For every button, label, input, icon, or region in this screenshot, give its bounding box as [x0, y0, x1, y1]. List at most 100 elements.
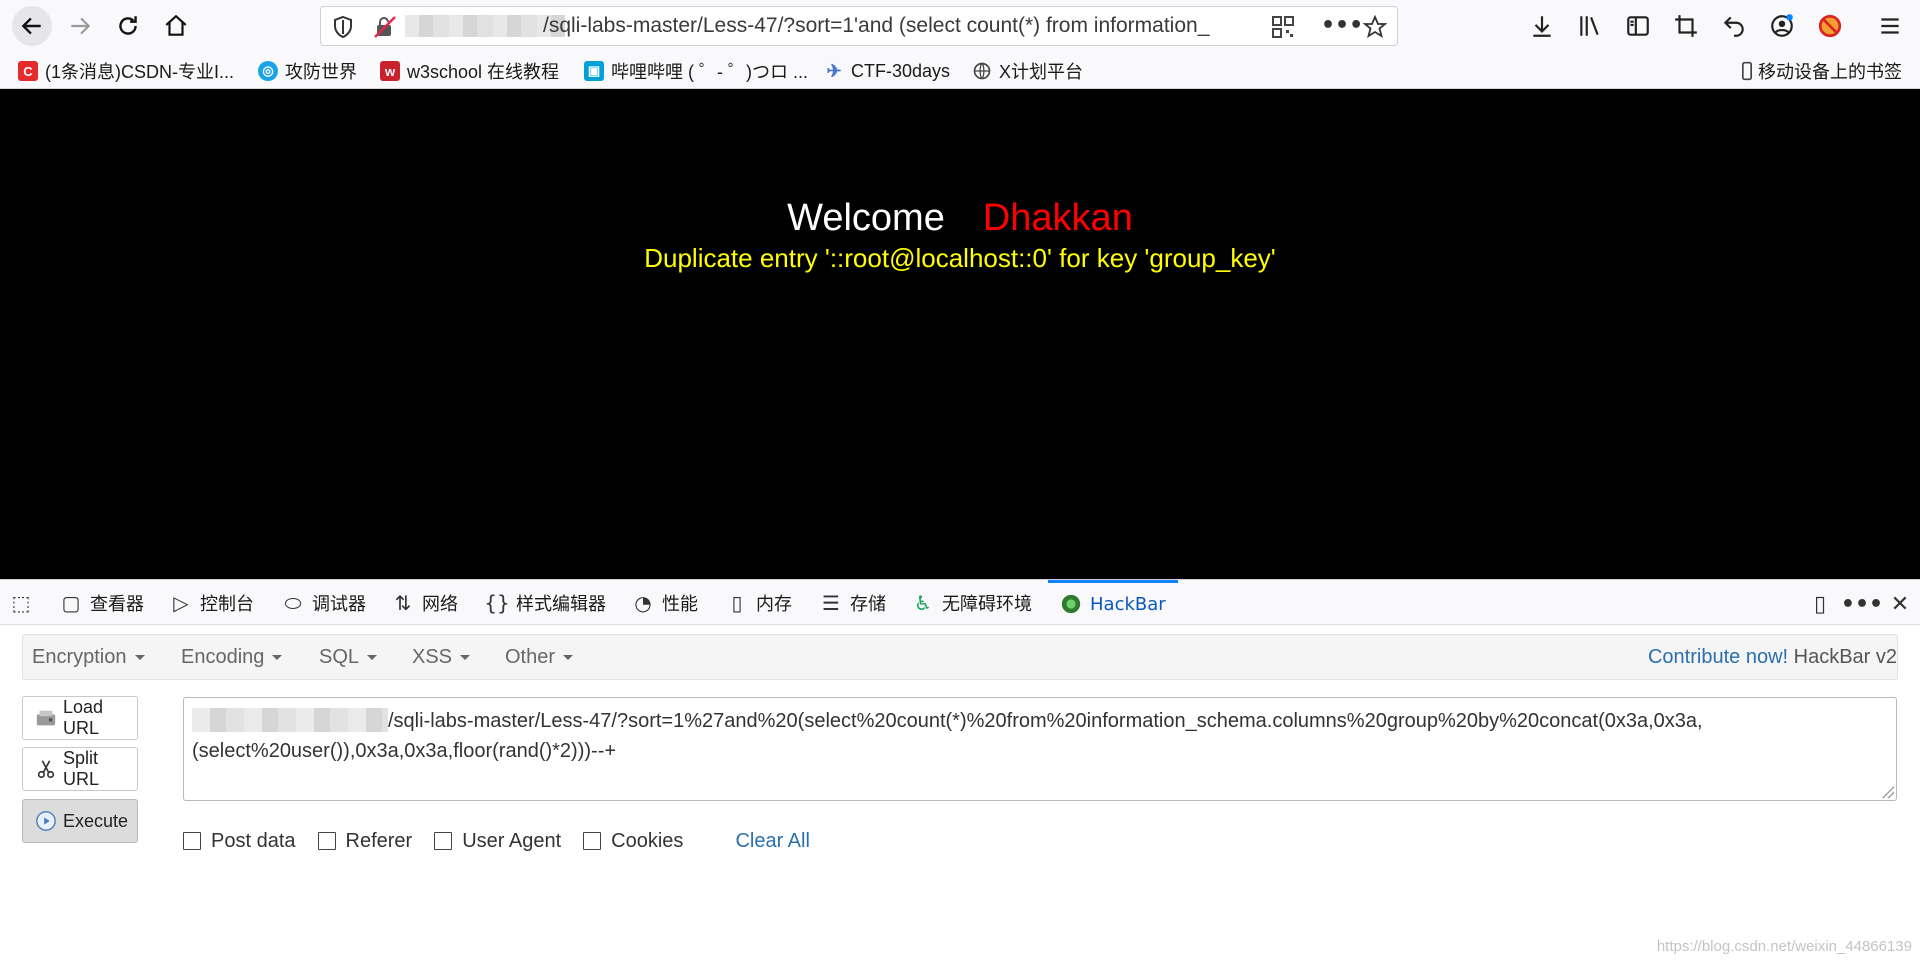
back-arrow-icon	[21, 17, 41, 35]
load-url-button[interactable]: Load URL	[22, 696, 138, 740]
devtools-menu-button[interactable]: •••	[1841, 590, 1883, 618]
url-value: /sqli-labs-master/Less-47/?sort=1%27and%…	[388, 710, 1703, 732]
tab-debugger[interactable]: ⬭ 调试器	[282, 580, 366, 625]
bookmark-xplan[interactable]: X计划平台	[972, 58, 1083, 84]
welcome-heading: Welcome Dhakkan	[0, 197, 1920, 240]
hamburger-menu-icon	[1881, 18, 1899, 34]
tab-storage[interactable]: ☰ 存储	[820, 580, 886, 625]
execute-button[interactable]: Execute	[22, 799, 138, 843]
inspector-icon: ▢	[61, 590, 81, 615]
close-icon: ✕	[1890, 591, 1910, 617]
undo-arrow-icon	[1723, 16, 1744, 37]
caret-down-icon	[563, 655, 574, 661]
bookmarks-bar: C (1条消息)CSDN-专业I... ◎ 攻防世界 w w3school 在线…	[0, 52, 1920, 89]
url-bar[interactable]: /sqli-labs-master/Less-47/?sort=1'and (s…	[320, 6, 1398, 46]
page-content: Welcome Dhakkan Duplicate entry '::root@l…	[0, 89, 1920, 579]
checkbox-icon[interactable]	[583, 832, 602, 850]
menu-sql[interactable]: SQL	[319, 646, 378, 669]
forward-button[interactable]	[62, 8, 98, 44]
hackbar-options: Post data Referer User Agent Cookies Cle…	[183, 826, 810, 856]
bookmark-label: w3school 在线教程	[407, 62, 560, 82]
option-referer[interactable]: Referer	[317, 829, 413, 853]
page-actions-icon[interactable]: •••	[1321, 15, 1363, 39]
menu-encoding[interactable]: Encoding	[181, 646, 283, 669]
element-picker-button[interactable]: ⬚	[10, 580, 40, 625]
tab-style-editor[interactable]: {} 样式编辑器	[484, 580, 606, 625]
menu-encryption[interactable]: Encryption	[32, 646, 145, 669]
bookmark-csdn[interactable]: C (1条消息)CSDN-专业I...	[18, 58, 234, 84]
tab-accessibility[interactable]: ♿ 无障碍环境	[912, 580, 1032, 625]
dock-toggle-button[interactable]: ▯	[1806, 590, 1834, 618]
bookmark-label: CTF-30days	[851, 60, 951, 81]
hackbar-url-textarea[interactable]: /sqli-labs-master/Less-47/?sort=1%27and%…	[183, 697, 1897, 801]
reload-button[interactable]	[110, 8, 146, 44]
crop-icon	[1675, 15, 1697, 37]
menu-xss[interactable]: XSS	[412, 646, 471, 669]
undo-close-tab-button[interactable]	[1716, 8, 1752, 44]
bookmark-adworld[interactable]: ◎ 攻防世界	[258, 58, 357, 84]
performance-icon: ◔	[634, 590, 652, 615]
bookmark-ctf[interactable]: ✈ CTF-30days	[824, 58, 950, 84]
url-host-redacted	[192, 708, 388, 732]
home-icon	[165, 14, 187, 36]
library-button[interactable]	[1572, 8, 1608, 44]
network-icon: ⇅	[394, 590, 412, 615]
menu-label: Other	[505, 646, 556, 668]
sidebar-icon	[1627, 16, 1649, 36]
tab-label: 内存	[756, 593, 792, 615]
option-post-data[interactable]: Post data	[183, 830, 296, 853]
welcome-name: Dhakkan	[982, 197, 1133, 239]
checkbox-icon[interactable]	[317, 832, 336, 850]
mobile-bookmarks[interactable]: 移动设备上的书签	[1740, 58, 1902, 84]
qr-code-icon[interactable]	[1271, 15, 1295, 39]
app-menu-button[interactable]	[1872, 8, 1908, 44]
bookmark-w3school[interactable]: w w3school 在线教程	[380, 58, 559, 84]
account-button[interactable]	[1764, 8, 1800, 44]
option-cookies[interactable]: Cookies	[583, 830, 683, 853]
play-icon	[35, 810, 57, 832]
back-button[interactable]	[12, 6, 52, 46]
bookmark-bilibili[interactable]: ▣ 哔哩哔哩 ( ゜- ゜)つロ ...	[584, 58, 808, 84]
browser-toolbar: /sqli-labs-master/Less-47/?sort=1'and (s…	[0, 0, 1920, 52]
bookmark-label: 哔哩哔哩 ( ゜- ゜)つロ ...	[611, 62, 808, 82]
split-url-button[interactable]: Split URL	[22, 747, 138, 791]
option-user-agent[interactable]: User Agent	[434, 830, 561, 853]
menu-label: Encryption	[32, 646, 127, 668]
tab-label: 无障碍环境	[942, 593, 1032, 615]
globe-icon	[973, 62, 991, 80]
memory-icon: ▯	[731, 590, 743, 615]
adworld-icon: ◎	[258, 61, 278, 81]
tab-network[interactable]: ⇅ 网络	[392, 580, 458, 625]
option-label: Cookies	[611, 829, 684, 852]
screenshot-button[interactable]	[1668, 8, 1704, 44]
menu-other[interactable]: Other	[505, 646, 574, 669]
close-devtools-button[interactable]: ✕	[1886, 590, 1914, 618]
tab-memory[interactable]: ▯ 内存	[726, 580, 792, 625]
resize-grip-icon[interactable]	[1882, 786, 1894, 798]
checkbox-icon[interactable]	[183, 832, 201, 850]
tab-label: 控制台	[200, 593, 254, 615]
reload-icon	[119, 16, 137, 35]
bookmark-star-icon[interactable]	[1363, 15, 1387, 39]
sidebar-button[interactable]	[1620, 8, 1656, 44]
element-picker-icon: ⬚	[11, 590, 31, 615]
tab-label: 样式编辑器	[516, 593, 606, 615]
downloads-button[interactable]	[1524, 8, 1560, 44]
dock-icon: ▯	[1813, 591, 1827, 617]
tab-performance[interactable]: ◔ 性能	[632, 580, 698, 625]
url-text[interactable]: /sqli-labs-master/Less-47/?sort=1'and (s…	[543, 14, 1283, 38]
library-icon	[1580, 16, 1599, 36]
clear-all-link[interactable]: Clear All	[735, 830, 809, 853]
checkbox-icon[interactable]	[434, 832, 453, 850]
option-label: Referer	[345, 829, 413, 852]
contribute-link[interactable]: Contribute now!	[1648, 646, 1788, 668]
bookmark-label: X计划平台	[999, 62, 1084, 82]
insecure-lock-icon[interactable]	[373, 15, 397, 39]
tab-hackbar[interactable]: HackBar	[1048, 580, 1178, 625]
home-button[interactable]	[158, 8, 194, 44]
shield-icon[interactable]	[331, 15, 355, 39]
download-icon	[1533, 16, 1551, 37]
extension-button[interactable]	[1812, 8, 1848, 44]
tab-console[interactable]: ▷ 控制台	[170, 580, 254, 625]
tab-inspector[interactable]: ▢ 查看器	[60, 580, 144, 625]
